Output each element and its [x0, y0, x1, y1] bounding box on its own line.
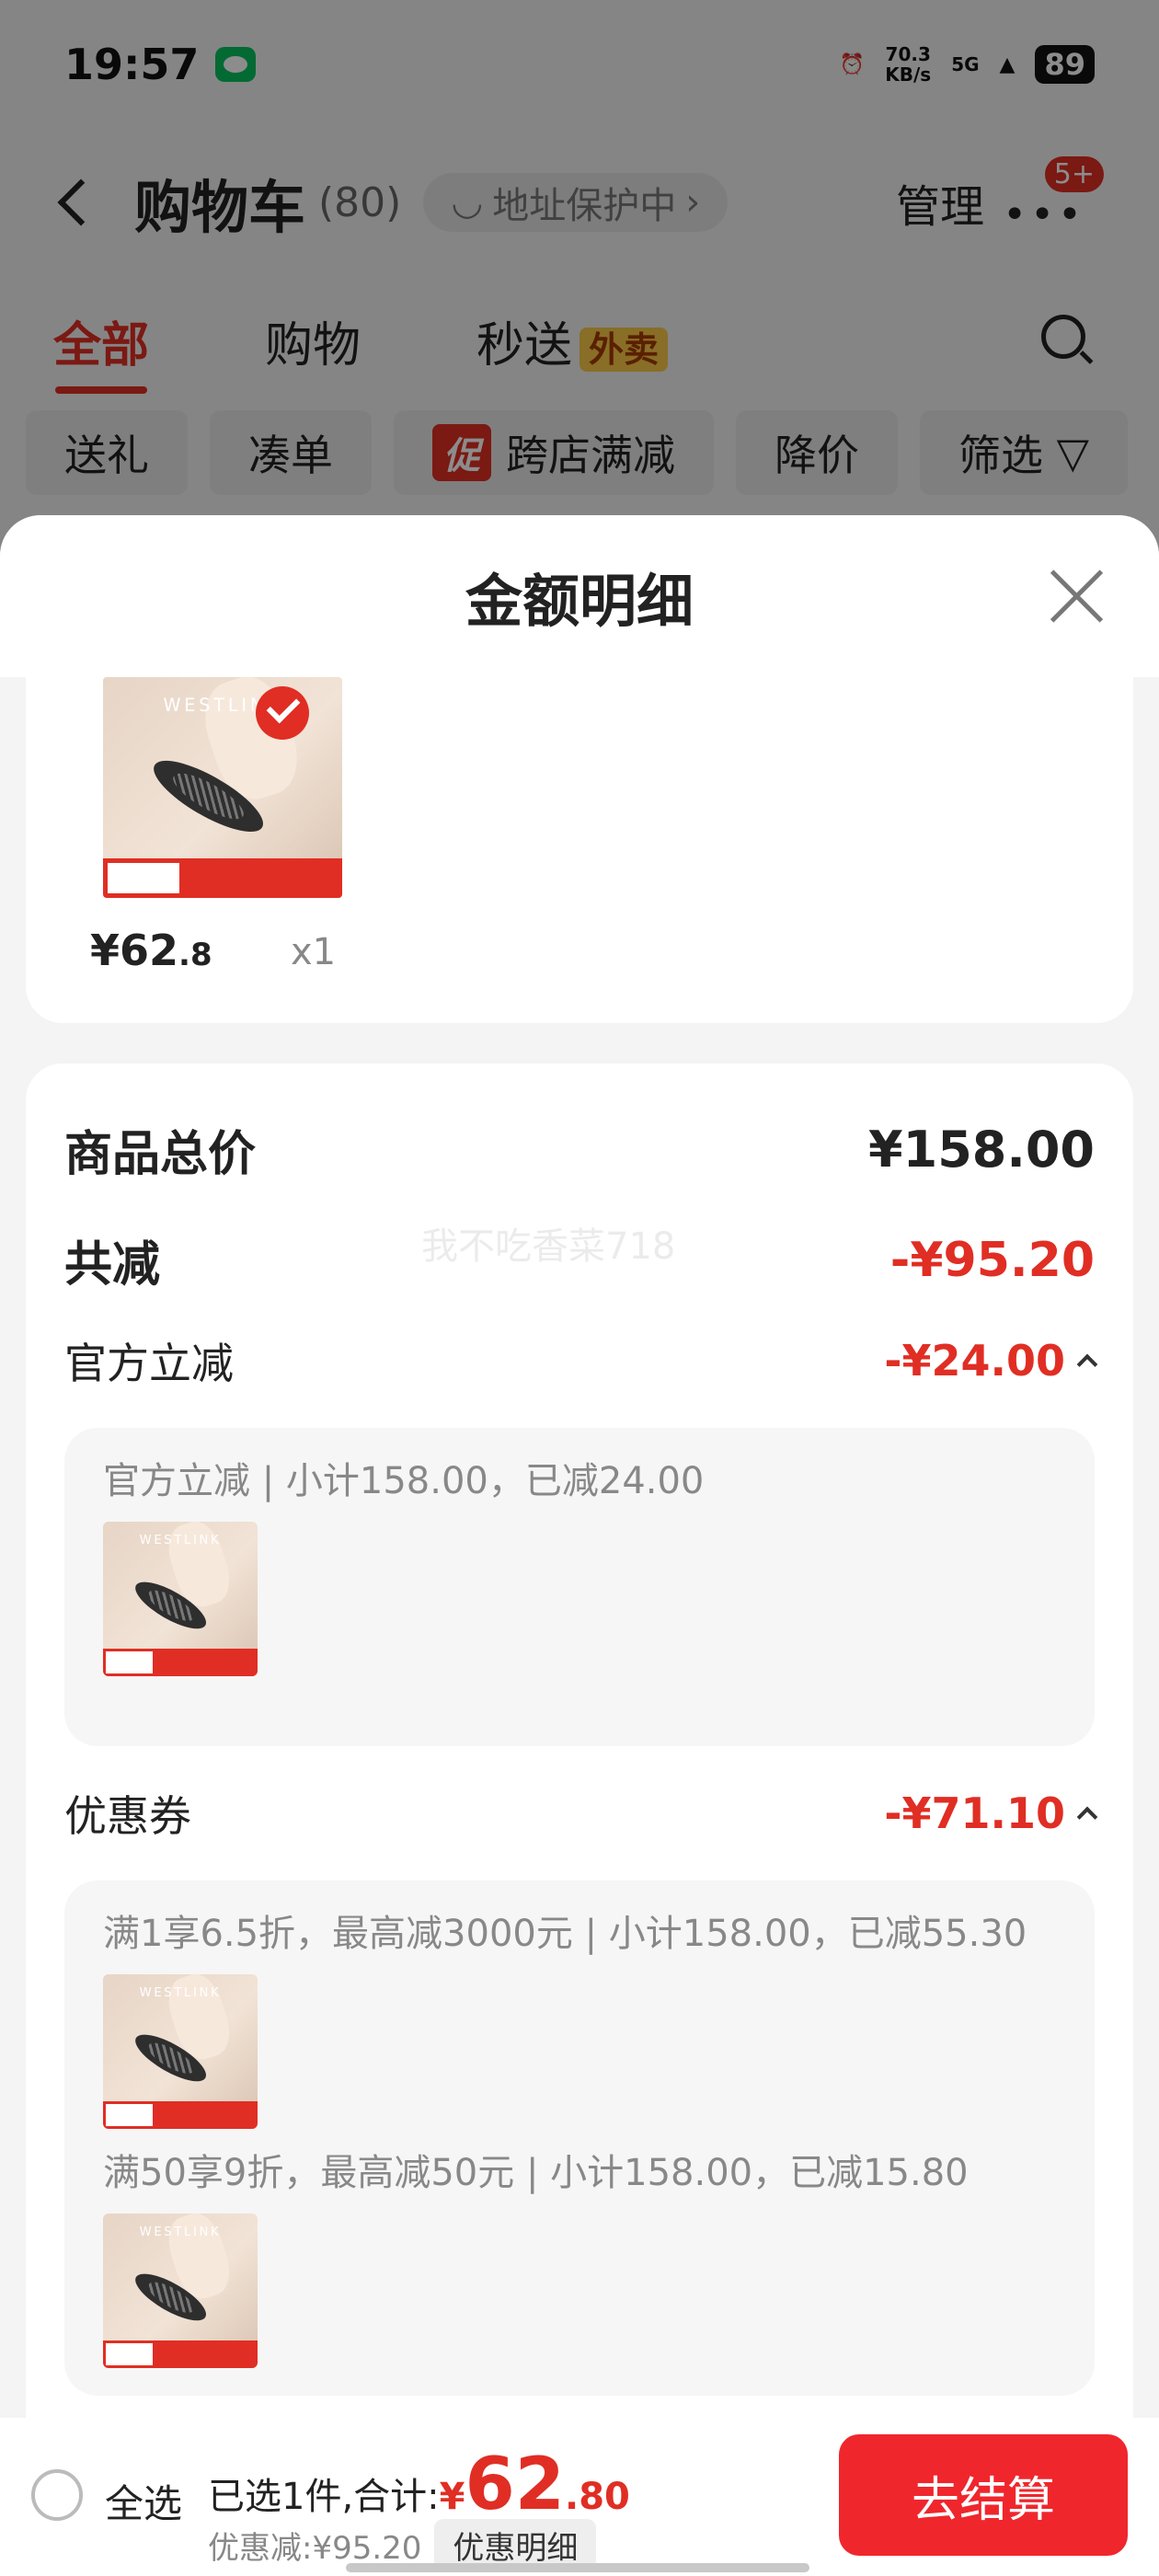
product-price: ¥62.8 — [90, 926, 212, 975]
official-detail-box: 官方立减 | 小计158.00，已减24.00 WESTLINK — [64, 1428, 1095, 1746]
reduce-amount: -¥95.20 — [889, 1232, 1095, 1288]
close-icon[interactable] — [1047, 567, 1106, 626]
total-row: 商品总价 ¥158.00 — [64, 1115, 1095, 1184]
official-label: 官方立减 — [64, 1339, 234, 1388]
sheet-header: 金额明细 — [0, 515, 1159, 677]
checkout-bar: 全选 已选1件,合计: ¥ 62 .80 优惠减:¥95.20 优惠明细 去结算 — [0, 2418, 1159, 2576]
chevron-up-icon — [1076, 1353, 1098, 1375]
sheet-title: 金额明细 — [465, 568, 694, 635]
total-amount: ¥158.00 — [868, 1121, 1095, 1179]
amount-detail-sheet: 金额明细 WESTLINK ¥62.8 x1 商品总价 ¥158.00 共减 -… — [0, 515, 1159, 2429]
home-indicator[interactable] — [346, 2563, 809, 2572]
official-detail: 官方立减 | 小计158.00，已减24.00 — [103, 1460, 705, 1502]
amount-summary-card: 商品总价 ¥158.00 共减 -¥95.20 我不吃香菜718 官方立减 -¥… — [26, 1064, 1133, 2429]
product-card: WESTLINK ¥62.8 x1 — [26, 677, 1133, 1023]
checkout-button[interactable]: 去结算 — [839, 2434, 1128, 2556]
coupon-detail-box: 满1享6.5折，最高减3000元 | 小计158.00，已减55.30 WEST… — [64, 1880, 1095, 2396]
official-row[interactable]: 官方立减 -¥24.00 — [64, 1330, 1098, 1391]
product-quantity: x1 — [291, 931, 337, 973]
coupon-row[interactable]: 优惠券 -¥71.10 — [64, 1783, 1098, 1844]
check-icon — [256, 686, 309, 740]
select-all-label[interactable]: 全选 — [105, 2473, 182, 2529]
modal-overlay[interactable] — [0, 0, 1159, 552]
reduce-label: 共减 — [64, 1237, 161, 1293]
selected-total: 已选1件,合计: ¥ 62 .80 — [208, 2444, 630, 2526]
coupon-detail-2: 满50享9折，最高减50元 | 小计158.00，已减15.80 — [103, 2152, 969, 2194]
coupon-label: 优惠券 — [64, 1791, 191, 1841]
total-label: 商品总价 — [64, 1127, 257, 1182]
watermark: 我不吃香菜718 — [421, 1225, 676, 1268]
coupon-product-thumb-2: WESTLINK — [103, 2214, 258, 2368]
select-all-radio[interactable] — [31, 2469, 83, 2521]
coupon-product-thumb-1: WESTLINK — [103, 1974, 258, 2129]
coupon-detail-1: 满1享6.5折，最高减3000元 | 小计158.00，已减55.30 — [103, 1913, 1027, 1955]
discount-amount: 优惠减:¥95.20 — [208, 2530, 422, 2567]
official-product-thumb: WESTLINK — [103, 1522, 258, 1676]
coupon-amount: -¥71.10 — [884, 1788, 1098, 1838]
chevron-up-icon — [1076, 1806, 1098, 1828]
official-amount: -¥24.00 — [884, 1336, 1098, 1386]
